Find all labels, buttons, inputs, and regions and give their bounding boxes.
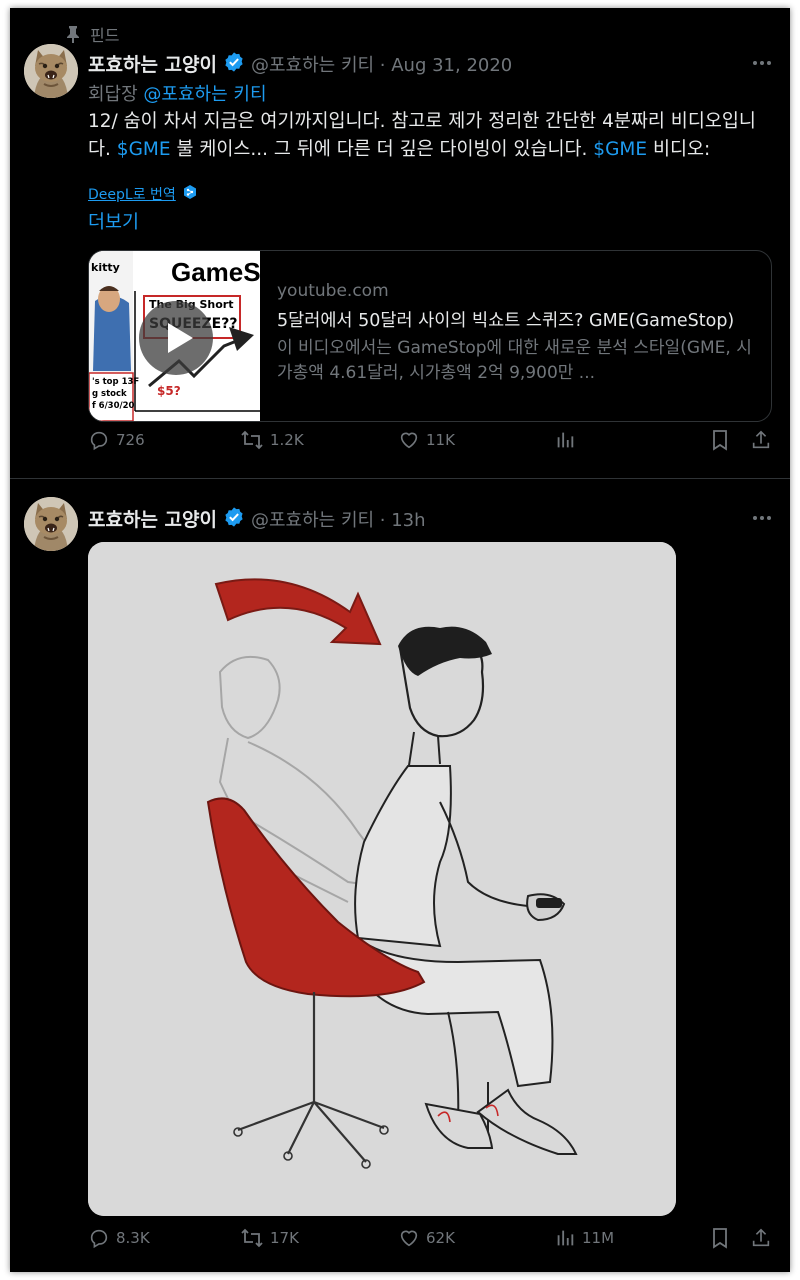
tweet-header: 포효하는 고양이 @포효하는 키티 · Aug 31, 2020: [88, 50, 512, 77]
like-button[interactable]: 62K: [398, 1227, 455, 1249]
thumb-brand: GameS: [171, 257, 260, 287]
like-icon: [398, 1227, 420, 1249]
share-icon: [750, 1227, 772, 1249]
cashtag-link[interactable]: $GME: [117, 139, 171, 160]
bookmark-icon: [710, 1227, 730, 1249]
more-icon[interactable]: [752, 50, 772, 71]
replying-prefix: 회답장: [88, 84, 138, 105]
retweet-icon: [240, 1227, 264, 1249]
reply-button[interactable]: 8.3K: [88, 1227, 150, 1249]
reply-icon: [88, 1227, 110, 1249]
tweet-text-part: 비디오:: [647, 139, 711, 160]
share-button[interactable]: [750, 429, 772, 451]
retweet-count: 1.2K: [270, 431, 304, 449]
verified-badge-icon: [223, 506, 245, 532]
more-icon[interactable]: [752, 505, 772, 526]
card-description: 이 비디오에서는 GameStop에 대한 새로운 분석 스타일(GME, 시가…: [277, 338, 752, 383]
chair-sketch-illustration: [88, 542, 676, 1216]
thumb-note: g stock: [92, 389, 127, 399]
like-count: 11K: [426, 431, 455, 449]
views-count: 11M: [582, 1229, 615, 1247]
retweet-button[interactable]: 1.2K: [240, 429, 304, 451]
like-icon: [398, 429, 420, 451]
handle-and-time[interactable]: @포효하는 키티 · 13h: [251, 506, 426, 532]
translate-label[interactable]: DeepL로 번역: [88, 184, 176, 204]
play-icon[interactable]: [139, 301, 213, 375]
reply-count: 8.3K: [116, 1229, 150, 1247]
share-icon: [750, 429, 772, 451]
retweet-icon: [240, 429, 264, 451]
replying-to: 회답장 @포효하는 키티: [88, 80, 267, 106]
views-icon: [554, 1227, 576, 1249]
retweet-button[interactable]: 17K: [240, 1227, 299, 1249]
reply-button[interactable]: 726: [88, 429, 145, 451]
reply-count: 726: [116, 431, 145, 449]
views-button[interactable]: [554, 429, 582, 451]
bookmark-button[interactable]: [710, 429, 730, 451]
replying-to-link[interactable]: @포효하는 키티: [143, 84, 266, 105]
bookmark-icon: [710, 429, 730, 451]
handle-and-time[interactable]: @포효하는 키티 · Aug 31, 2020: [251, 51, 512, 77]
like-button[interactable]: 11K: [398, 429, 455, 451]
card-thumbnail[interactable]: kitty GameS The Big Short SQUEEZE?? $5? …: [89, 251, 260, 421]
views-button[interactable]: 11M: [554, 1227, 614, 1249]
tweet-header: 포효하는 고양이 @포효하는 키티 · 13h: [88, 505, 426, 532]
card-domain: youtube.com: [277, 281, 389, 301]
avatar[interactable]: [24, 497, 78, 551]
deepl-icon: [182, 184, 198, 204]
retweet-count: 17K: [270, 1229, 299, 1247]
like-count: 62K: [426, 1229, 455, 1247]
thumb-note: 's top 13F: [92, 377, 140, 387]
cashtag-link[interactable]: $GME: [593, 139, 647, 160]
display-name[interactable]: 포효하는 고양이: [88, 50, 217, 77]
card-title: 5달러에서 50달러 사이의 빅쇼트 스퀴즈? GME(GameStop): [277, 311, 735, 331]
avatar[interactable]: [24, 44, 78, 98]
tweet-text: 12/ 숨이 차서 지금은 여기까지입니다. 참고로 제가 정리한 간단한 4분…: [88, 108, 778, 164]
translate-link[interactable]: DeepL로 번역: [88, 184, 198, 204]
bookmark-button[interactable]: [710, 1227, 730, 1249]
share-button[interactable]: [750, 1227, 772, 1249]
card-body[interactable]: youtube.com 5달러에서 50달러 사이의 빅쇼트 스퀴즈? GME(…: [277, 281, 762, 386]
display-name[interactable]: 포효하는 고양이: [88, 505, 217, 532]
tweet-media-image[interactable]: [88, 542, 676, 1216]
verified-badge-icon: [223, 51, 245, 77]
tweet-pinned[interactable]: 포효하는 고양이 @포효하는 키티 · Aug 31, 2020 회답장 @포효…: [10, 8, 790, 478]
views-icon: [554, 429, 576, 451]
link-card[interactable]: kitty GameS The Big Short SQUEEZE?? $5? …: [88, 250, 772, 422]
reply-icon: [88, 429, 110, 451]
thumb-note: f 6/30/20: [92, 401, 135, 411]
timeline: 핀드 포효하는 고양이 @포효하는 키티 · Aug 31, 2020 회답장 …: [10, 8, 790, 1272]
thumb-kitty: kitty: [91, 261, 120, 274]
thumb-price: $5?: [157, 384, 181, 398]
show-more-link[interactable]: 더보기: [88, 208, 139, 234]
tweet-text-part: 불 케이스... 그 뒤에 다른 더 깊은 다이빙이 있습니다.: [170, 139, 594, 160]
